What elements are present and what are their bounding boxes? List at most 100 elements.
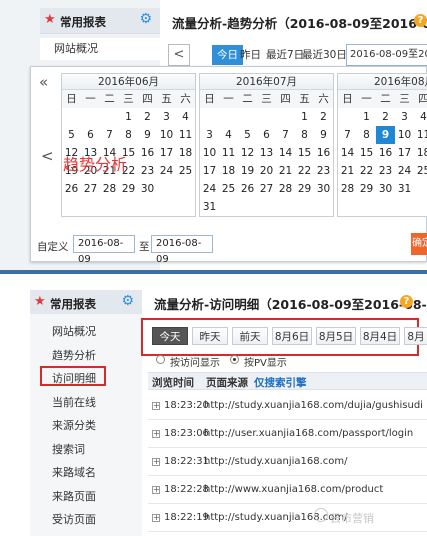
calendar-day[interactable]: 7 <box>100 126 119 144</box>
sidebar-item-search-terms[interactable]: 搜索词 <box>30 438 142 462</box>
calendar-day[interactable]: 28 <box>338 180 357 198</box>
help-icon[interactable]: ? <box>400 295 413 308</box>
calendar-day[interactable]: 10 <box>157 126 176 144</box>
gear-icon[interactable]: ⚙ <box>139 11 152 27</box>
calendar-day[interactable]: 11 <box>176 126 195 144</box>
calendar-day[interactable]: 30 <box>138 180 157 198</box>
calendar-day[interactable]: 16 <box>376 144 395 162</box>
calendar-day[interactable]: 7 <box>276 126 295 144</box>
calendar-day[interactable]: 4 <box>219 126 238 144</box>
tab-aug6[interactable]: 8月6日 <box>272 327 312 345</box>
expand-icon[interactable]: + <box>152 514 160 522</box>
confirm-button[interactable]: 确定 <box>411 233 427 255</box>
table-row[interactable]: + 18:22:28 http://www.xuanjia168.com/pro… <box>148 476 427 504</box>
calendar-day[interactable]: 3 <box>157 108 176 126</box>
calendar-day[interactable]: 6 <box>257 126 276 144</box>
calendar-day[interactable]: 31 <box>395 180 414 198</box>
radio-by-visit[interactable] <box>156 355 165 364</box>
tab-yesterday[interactable]: 昨天 <box>192 327 228 345</box>
calendar-day[interactable]: 23 <box>314 162 333 180</box>
radio-by-pv[interactable] <box>230 355 239 364</box>
calendar-day[interactable]: 15 <box>295 144 314 162</box>
calendar-day[interactable]: 10 <box>395 126 414 144</box>
calendar-day[interactable]: 15 <box>357 144 376 162</box>
row-url[interactable]: http://study.xuanjia168.com/dujia/gushis… <box>204 400 423 411</box>
calendar-day[interactable]: 18 <box>219 162 238 180</box>
calendar-day[interactable]: 31 <box>200 198 219 216</box>
calendar-day[interactable]: 23 <box>376 162 395 180</box>
calendar-day[interactable]: 12 <box>238 144 257 162</box>
row-url[interactable]: http://study.xuanjia168.com/ <box>204 456 348 467</box>
sidebar-item-visited-page[interactable]: 受访页面 <box>30 508 142 532</box>
calendar-day[interactable]: 9 <box>376 126 395 144</box>
calendar-day[interactable]: 22 <box>357 162 376 180</box>
calendar-day[interactable]: 8 <box>119 126 138 144</box>
calendar-day[interactable]: 26 <box>238 180 257 198</box>
row-url[interactable]: http://www.xuanjia168.com/product <box>204 484 383 495</box>
expand-icon[interactable]: + <box>152 402 160 410</box>
calendar-day[interactable]: 10 <box>200 144 219 162</box>
date-range-input[interactable]: 2016-08-09至2016-08-09 <box>346 44 427 66</box>
sidebar-item-overview[interactable]: 网站概况 <box>40 38 160 60</box>
calendar-day[interactable]: 8 <box>357 126 376 144</box>
sidebar-item-referrer-domain[interactable]: 来路域名 <box>30 461 142 485</box>
last30-button[interactable]: 最近30日 <box>302 47 347 63</box>
calendar-day[interactable]: 29 <box>119 180 138 198</box>
calendar-day[interactable]: 23 <box>138 162 157 180</box>
help-icon[interactable]: ? <box>414 14 427 27</box>
calendar-day[interactable]: 29 <box>357 180 376 198</box>
calendar-day[interactable]: 25 <box>176 162 195 180</box>
calendar-day[interactable]: 3 <box>200 126 219 144</box>
calendar-day[interactable]: 14 <box>276 144 295 162</box>
calendar-day[interactable]: 18 <box>414 144 427 162</box>
calendar-day[interactable]: 28 <box>276 180 295 198</box>
double-chevron-left-icon[interactable]: « <box>39 73 48 91</box>
expand-icon[interactable]: + <box>152 458 160 466</box>
table-row[interactable]: + 18:23:06 http://user.xuanjia168.com/pa… <box>148 420 427 448</box>
sidebar-item-referrer-page[interactable]: 来路页面 <box>30 485 142 509</box>
calendar-day[interactable]: 30 <box>314 180 333 198</box>
calendar-day[interactable]: 14 <box>338 144 357 162</box>
calendar-day[interactable]: 21 <box>276 162 295 180</box>
today-button[interactable]: 今日 <box>212 45 243 65</box>
calendar-day[interactable]: 25 <box>219 180 238 198</box>
last7-button[interactable]: 最近7日 <box>266 47 304 63</box>
tab-aug4[interactable]: 8月4日 <box>360 327 400 345</box>
table-row[interactable]: + 18:23:20 http://study.xuanjia168.com/d… <box>148 392 427 420</box>
calendar-day[interactable]: 17 <box>157 144 176 162</box>
calendar-day[interactable]: 22 <box>295 162 314 180</box>
calendar-day[interactable]: 27 <box>81 180 100 198</box>
calendar-day[interactable]: 4 <box>414 108 427 126</box>
calendar-day[interactable]: 11 <box>414 126 427 144</box>
sidebar-item-online[interactable]: 当前在线 <box>30 391 142 415</box>
yesterday-button[interactable]: 昨日 <box>240 47 261 63</box>
calendar-day[interactable]: 21 <box>338 162 357 180</box>
end-date-input[interactable]: 2016-08-09 <box>151 235 213 265</box>
calendar-day[interactable]: 3 <box>395 108 414 126</box>
expand-icon[interactable]: + <box>152 486 160 494</box>
calendar-day[interactable]: 16 <box>138 144 157 162</box>
calendar-day[interactable]: 9 <box>314 126 333 144</box>
sidebar-item-overview[interactable]: 网站概况 <box>30 320 142 344</box>
calendar-day[interactable]: 2 <box>314 108 333 126</box>
prev-button[interactable]: < <box>168 44 190 66</box>
calendar-day[interactable]: 8 <box>295 126 314 144</box>
calendar-day[interactable]: 7 <box>338 126 357 144</box>
expand-icon[interactable]: + <box>152 430 160 438</box>
calendar-day[interactable]: 28 <box>100 180 119 198</box>
calendar-day[interactable]: 1 <box>119 108 138 126</box>
calendar-day[interactable]: 11 <box>219 144 238 162</box>
search-engine-filter-link[interactable]: 仅搜索引擎 <box>254 375 307 390</box>
calendar-day[interactable]: 13 <box>257 144 276 162</box>
start-date-input[interactable]: 2016-08-09 <box>73 235 135 265</box>
calendar-day[interactable]: 27 <box>257 180 276 198</box>
tab-today[interactable]: 今天 <box>152 327 188 345</box>
calendar-day[interactable]: 24 <box>395 162 414 180</box>
calendar-day[interactable]: 1 <box>295 108 314 126</box>
calendar-day[interactable]: 30 <box>376 180 395 198</box>
calendar-day[interactable]: 24 <box>200 180 219 198</box>
calendar-day[interactable]: 6 <box>81 126 100 144</box>
calendar-day[interactable]: 17 <box>395 144 414 162</box>
calendar-day[interactable]: 18 <box>176 144 195 162</box>
row-url[interactable]: http://user.xuanjia168.com/passport/logi… <box>204 428 413 439</box>
